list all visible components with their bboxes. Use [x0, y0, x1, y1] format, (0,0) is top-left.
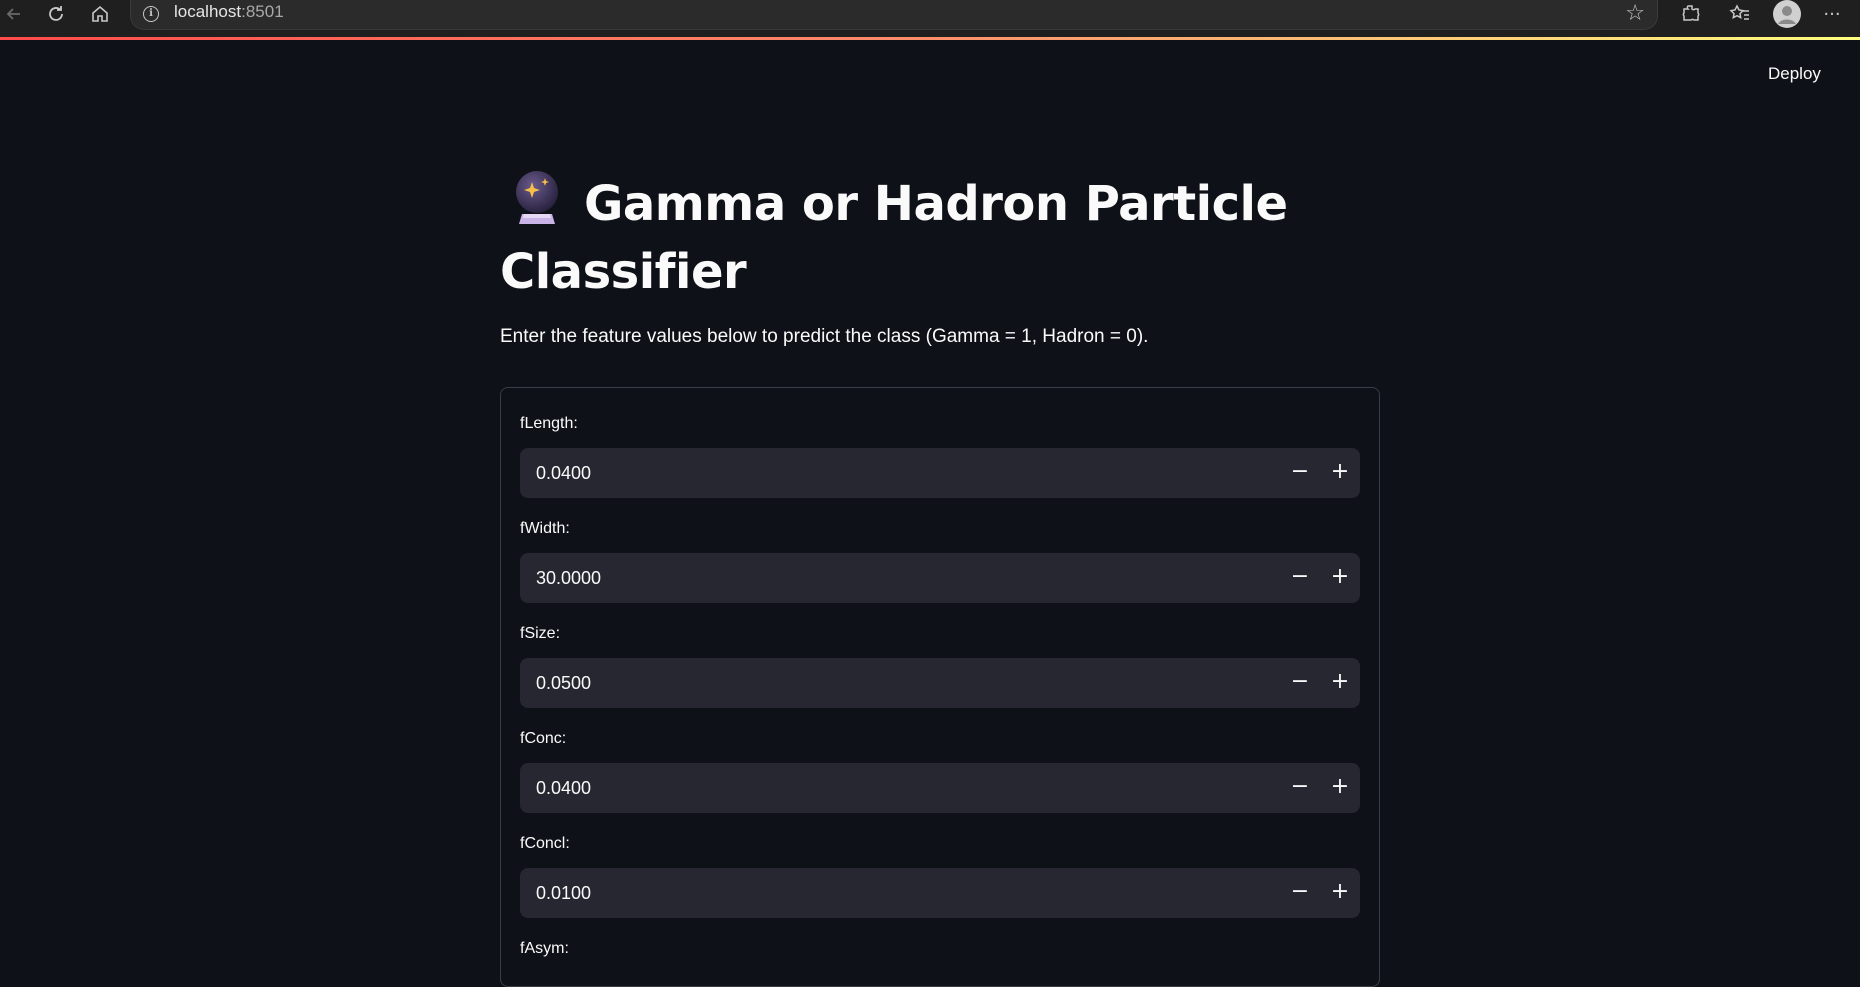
- field-label: fConcl:: [520, 835, 570, 852]
- browser-toolbar: i localhost:8501 ☆ ···: [0, 0, 1860, 38]
- increment-button[interactable]: +: [1320, 658, 1360, 708]
- back-icon[interactable]: [0, 0, 28, 28]
- more-vert-icon[interactable]: ⋮: [1852, 62, 1860, 83]
- favorite-star-icon[interactable]: ☆: [1625, 1, 1645, 26]
- extensions-icon[interactable]: [1676, 0, 1704, 28]
- reload-icon[interactable]: [42, 0, 70, 28]
- main-content: Gamma or Hadron Particle Classifier Ente…: [500, 170, 1380, 348]
- page-title: Gamma or Hadron Particle Classifier: [500, 170, 1380, 306]
- decrement-button[interactable]: −: [1280, 658, 1320, 708]
- url-host: localhost: [174, 2, 242, 21]
- fsize-input[interactable]: 0.0500 − +: [520, 658, 1360, 708]
- increment-button[interactable]: +: [1320, 868, 1360, 918]
- favorites-icon[interactable]: [1726, 0, 1754, 28]
- field-flength: fLength: 0.0400 − +: [520, 414, 1360, 498]
- flength-input[interactable]: 0.0400 − +: [520, 448, 1360, 498]
- address-bar[interactable]: i localhost:8501 ☆: [130, 0, 1658, 30]
- field-label: fWidth:: [520, 520, 570, 537]
- fconc-input[interactable]: 0.0400 − +: [520, 763, 1360, 813]
- field-fconcl: fConcl: 0.0100 − +: [520, 834, 1360, 918]
- field-label: fAsym:: [520, 940, 569, 957]
- field-label: fSize:: [520, 625, 561, 642]
- increment-button[interactable]: +: [1320, 448, 1360, 498]
- field-fsize: fSize: 0.0500 − +: [520, 624, 1360, 708]
- title-line-2: Classifier: [500, 244, 747, 300]
- browser-menu-icon[interactable]: ···: [1818, 0, 1846, 28]
- increment-button[interactable]: +: [1320, 553, 1360, 603]
- input-value[interactable]: 0.0100: [536, 868, 591, 918]
- input-value[interactable]: 0.0400: [536, 763, 591, 813]
- site-info-icon[interactable]: i: [143, 6, 159, 22]
- fwidth-input[interactable]: 30.0000 − +: [520, 553, 1360, 603]
- crystal-ball-icon: [512, 170, 562, 226]
- input-value[interactable]: 0.0500: [536, 658, 591, 708]
- field-label: fLength:: [520, 415, 578, 432]
- field-fconc: fConc: 0.0400 − +: [520, 729, 1360, 813]
- url-text: localhost:8501: [174, 2, 284, 22]
- page-description: Enter the feature values below to predic…: [500, 326, 1149, 347]
- fconcl-input[interactable]: 0.0100 − +: [520, 868, 1360, 918]
- url-port: :8501: [241, 2, 284, 21]
- input-value[interactable]: 30.0000: [536, 553, 601, 603]
- decrement-button[interactable]: −: [1280, 553, 1320, 603]
- input-form: fLength: 0.0400 − + fWidth: 30.0000 − + …: [500, 387, 1380, 987]
- header-decoration: [0, 37, 1860, 40]
- field-label: fConc:: [520, 730, 567, 747]
- decrement-button[interactable]: −: [1280, 868, 1320, 918]
- home-icon[interactable]: [86, 0, 114, 28]
- field-fasym: fAsym:: [520, 939, 1360, 959]
- title-line-1: Gamma or Hadron Particle: [584, 176, 1288, 232]
- increment-button[interactable]: +: [1320, 763, 1360, 813]
- deploy-button[interactable]: Deploy: [1768, 64, 1821, 84]
- profile-avatar-icon[interactable]: [1772, 0, 1802, 29]
- decrement-button[interactable]: −: [1280, 448, 1320, 498]
- input-value[interactable]: 0.0400: [536, 448, 591, 498]
- field-fwidth: fWidth: 30.0000 − +: [520, 519, 1360, 603]
- decrement-button[interactable]: −: [1280, 763, 1320, 813]
